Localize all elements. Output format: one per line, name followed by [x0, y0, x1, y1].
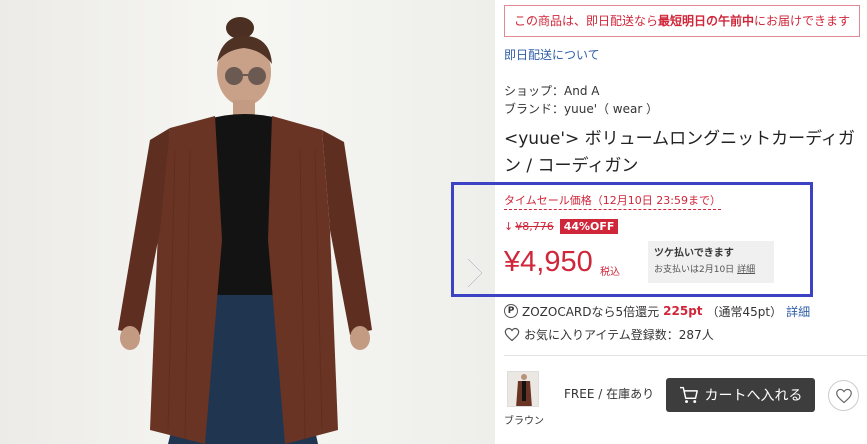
down-arrow-icon: ↓ — [504, 219, 514, 233]
color-thumbnail[interactable] — [507, 371, 539, 407]
deferred-payment-date: お支払いは2月10日 詳細 — [654, 263, 768, 277]
points-text: ZOZOCARDなら5倍還元 — [522, 304, 660, 319]
original-price: ¥8,776 — [515, 219, 554, 233]
points-row: P ZOZOCARDなら5倍還元 225pt （通常45pt） 詳細 — [504, 303, 810, 319]
add-to-cart-button[interactable]: カートへ入れる — [666, 378, 815, 412]
delivery-notice: この商品は、即日配送なら最短明日の午前中にお届けできます — [504, 5, 860, 37]
notice-prefix: この商品は、即日配送なら — [513, 14, 658, 28]
notice-bold: 最短明日の午前中 — [657, 14, 754, 28]
color-thumbnail-image — [508, 372, 538, 406]
time-sale-label: タイムセール価格（12月10日 23:59まで） — [504, 192, 721, 210]
color-label: ブラウン — [504, 416, 544, 427]
heart-outline-icon — [504, 327, 520, 341]
heart-outline-icon — [835, 388, 852, 403]
product-detail-panel: この商品は、即日配送なら最短明日の午前中にお届けできます 即日配送について ショ… — [451, 0, 867, 444]
deferred-payment-date-text: お支払いは2月10日 — [654, 265, 735, 275]
favorite-count-text: お気に入りアイテム登録数：287人 — [524, 327, 714, 342]
favorite-count-row: お気に入りアイテム登録数：287人 — [504, 325, 714, 343]
points-value: 225pt — [663, 304, 703, 318]
sale-price: ¥4,950 — [504, 246, 593, 278]
product-title: <yuue'> ボリュームロングニットカーディガン / コーディガン — [504, 129, 855, 176]
tax-label: 税込 — [600, 267, 620, 278]
deferred-payment-detail-link[interactable]: 詳細 — [737, 265, 755, 275]
deferred-payment-title: ツケ払いできます — [654, 248, 734, 259]
cart-icon — [679, 386, 698, 404]
points-normal: （通常45pt） — [706, 304, 783, 319]
product-image[interactable] — [0, 0, 495, 444]
product-photo-illustration — [0, 0, 495, 444]
discount-badge: 44%OFF — [559, 218, 619, 234]
add-to-cart-label: カートへ入れる — [704, 388, 803, 404]
shop-name: ショップ：And A — [504, 84, 600, 98]
points-detail-link[interactable]: 詳細 — [786, 303, 810, 320]
old-price-row: ↓ ¥8,776 44%OFF — [504, 218, 619, 234]
notice-suffix: にお届けできます — [754, 14, 851, 28]
size-stock-status: FREE / 在庫あり — [564, 387, 655, 401]
deferred-payment-box: ツケ払いできます お支払いは2月10日 詳細 — [648, 241, 774, 283]
points-p-icon: P — [504, 304, 518, 318]
sameday-delivery-link[interactable]: 即日配送について — [504, 46, 600, 63]
favorite-button[interactable] — [828, 380, 859, 411]
divider — [504, 355, 867, 356]
brand-name: ブランド：yuue'（ wear ） — [504, 102, 659, 116]
